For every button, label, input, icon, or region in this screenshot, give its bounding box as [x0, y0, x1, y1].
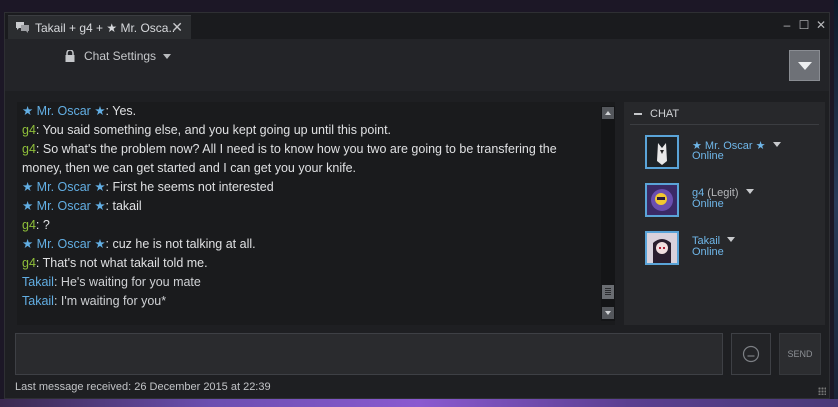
- last-message-status: Last message received: 26 December 2015 …: [15, 381, 271, 393]
- collapse-icon: [634, 113, 642, 115]
- chat-tab[interactable]: Takail + g4 + ★ Mr. Osca... ✕: [8, 15, 191, 39]
- message-text: : You said something else, and you kept …: [35, 123, 392, 137]
- chat-message: g4: You said something else, and you kep…: [22, 121, 597, 140]
- message-sender[interactable]: g4: [22, 123, 36, 137]
- chevron-down-icon[interactable]: [772, 142, 781, 147]
- chat-members-title: CHAT: [650, 108, 680, 120]
- message-sender[interactable]: g4: [22, 218, 36, 232]
- member-status: Online: [692, 198, 724, 210]
- chat-message: ★ Mr. Oscar ★: First he seems not intere…: [22, 178, 597, 197]
- chat-header: Chat Settings: [5, 39, 829, 91]
- message-sender[interactable]: ★ Mr. Oscar ★: [22, 180, 106, 194]
- message-text: : I'm waiting for you*: [53, 294, 167, 308]
- member-item[interactable]: ★ Mr. Oscar ★ Online: [645, 135, 825, 175]
- close-window-button[interactable]: ✕: [814, 18, 828, 32]
- avatar: [645, 135, 679, 169]
- chat-members-header[interactable]: CHAT: [624, 106, 825, 122]
- scroll-up-button[interactable]: [602, 107, 614, 119]
- message-sender[interactable]: g4: [22, 256, 36, 270]
- avatar: [645, 183, 679, 217]
- message-text: : takail: [105, 199, 142, 213]
- chat-message: ★ Mr. Oscar ★: Yes.: [22, 102, 597, 121]
- chat-message: Takail: He's waiting for you mate: [22, 273, 597, 292]
- message-input[interactable]: [15, 333, 723, 375]
- smiley-icon: [742, 345, 760, 363]
- send-button[interactable]: SEND: [779, 333, 821, 375]
- minimize-button[interactable]: –: [780, 18, 794, 32]
- chevron-down-icon: [797, 61, 812, 70]
- desktop-background-bottom: [0, 399, 838, 407]
- scroll-down-button[interactable]: [602, 307, 614, 319]
- message-scrollbar[interactable]: [601, 106, 615, 321]
- lock-icon: [65, 50, 75, 62]
- member-item[interactable]: g4 (Legit) Online: [645, 183, 825, 223]
- chevron-down-icon: [163, 53, 172, 59]
- chat-message: g4: So what's the problem now? All I nee…: [22, 140, 597, 178]
- chat-window: Takail + g4 + ★ Mr. Osca... ✕ – ☐ ✕ Chat…: [4, 12, 830, 399]
- member-item[interactable]: Takail Online: [645, 231, 825, 271]
- desktop-background-right: [834, 0, 838, 407]
- message-text: : cuz he is not talking at all.: [105, 237, 256, 251]
- resize-grip[interactable]: [818, 387, 826, 395]
- tab-title: Takail + g4 + ★ Mr. Osca...: [35, 20, 175, 35]
- message-text: : Yes.: [105, 104, 137, 118]
- member-status: Online: [692, 150, 724, 162]
- emoticon-button[interactable]: [731, 333, 771, 375]
- message-list: ★ Mr. Oscar ★: Yes. g4: You said somethin…: [22, 102, 597, 311]
- message-text: : First he seems not interested: [105, 180, 274, 194]
- avatar: [645, 231, 679, 265]
- chat-message: Takail: I'm waiting for you*: [22, 292, 597, 311]
- message-log: ★ Mr. Oscar ★: Yes. g4: You said somethin…: [17, 102, 615, 325]
- chat-menu-button[interactable]: [789, 50, 820, 81]
- chat-message: g4: ?: [22, 216, 597, 235]
- chat-settings-dropdown[interactable]: Chat Settings: [65, 49, 172, 63]
- title-bar: Takail + g4 + ★ Mr. Osca... ✕ – ☐ ✕: [5, 13, 829, 39]
- message-text: : He's waiting for you mate: [53, 275, 201, 289]
- message-sender[interactable]: Takail: [22, 275, 54, 289]
- scroll-thumb[interactable]: [602, 285, 614, 299]
- message-sender[interactable]: ★ Mr. Oscar ★: [22, 237, 106, 251]
- message-sender[interactable]: g4: [22, 142, 36, 156]
- divider: [630, 124, 819, 125]
- chat-message: g4: That's not what takail told me.: [22, 254, 597, 273]
- chat-message: ★ Mr. Oscar ★: takail: [22, 197, 597, 216]
- composer: SEND: [15, 333, 823, 377]
- chat-settings-label: Chat Settings: [84, 49, 157, 63]
- chat-members-panel: CHAT ★ Mr. Oscar ★ Online g4 (Legit) Onl…: [624, 102, 825, 325]
- maximize-button[interactable]: ☐: [797, 18, 811, 32]
- chevron-down-icon[interactable]: [727, 237, 736, 242]
- message-sender[interactable]: ★ Mr. Oscar ★: [22, 104, 106, 118]
- message-sender[interactable]: Takail: [22, 294, 54, 308]
- message-text: : ?: [35, 218, 50, 232]
- member-status: Online: [692, 246, 724, 258]
- chat-message: ★ Mr. Oscar ★: cuz he is not talking at …: [22, 235, 597, 254]
- message-text: : That's not what takail told me.: [35, 256, 208, 270]
- message-sender[interactable]: ★ Mr. Oscar ★: [22, 199, 106, 213]
- chevron-down-icon[interactable]: [745, 189, 754, 194]
- message-text: : So what's the problem now? All I need …: [22, 142, 557, 175]
- close-tab-icon[interactable]: ✕: [171, 19, 183, 36]
- chat-bubbles-icon: [16, 22, 29, 33]
